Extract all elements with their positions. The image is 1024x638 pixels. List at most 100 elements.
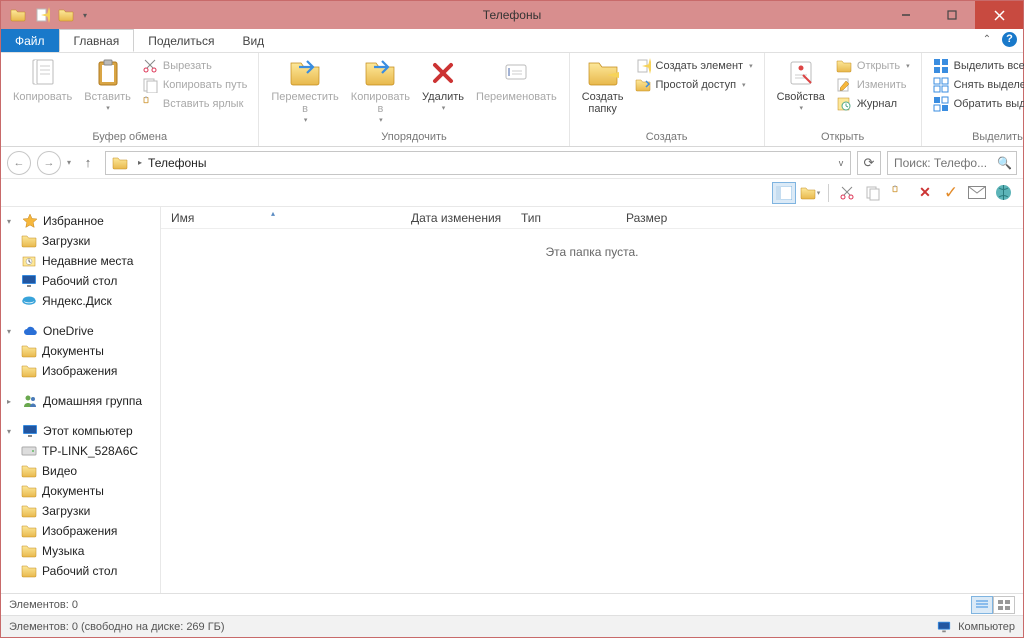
sidebar-item-desktop[interactable]: Рабочий стол bbox=[1, 271, 160, 291]
toolbar-mail-icon[interactable] bbox=[965, 182, 989, 204]
tab-home[interactable]: Главная bbox=[59, 29, 135, 52]
chevron-right-icon[interactable]: ▸ bbox=[7, 397, 17, 406]
sidebar-item-documents[interactable]: Документы bbox=[1, 481, 160, 501]
ribbon-group-clipboard: Копировать Вставить ▾ Вырезать Копироват… bbox=[1, 53, 259, 146]
column-type[interactable]: Тип bbox=[511, 211, 616, 225]
refresh-button[interactable]: ⟳ bbox=[857, 151, 881, 175]
copy-button[interactable]: Копировать bbox=[7, 55, 78, 105]
minimize-button[interactable] bbox=[883, 1, 929, 29]
properties-button[interactable]: Свойства▾ bbox=[771, 55, 831, 117]
sidebar-item-pictures[interactable]: Изображения bbox=[1, 521, 160, 541]
sidebar-item-desktop2[interactable]: Рабочий стол bbox=[1, 561, 160, 581]
breadcrumb-sep-icon[interactable]: ▸ bbox=[134, 158, 146, 167]
folder-icon bbox=[21, 233, 37, 249]
sidebar-onedrive[interactable]: ▾ OneDrive bbox=[1, 321, 160, 341]
search-box[interactable]: 🔍 bbox=[887, 151, 1017, 175]
copy-path-button[interactable]: Копировать путь bbox=[139, 76, 251, 94]
sidebar-item-tplink[interactable]: TP-LINK_528A6C bbox=[1, 441, 160, 461]
computer-icon bbox=[22, 423, 38, 439]
easy-access-button[interactable]: Простой доступ▾ bbox=[632, 76, 756, 94]
computer-icon bbox=[936, 620, 952, 634]
sidebar-homegroup[interactable]: ▸ Домашняя группа bbox=[1, 391, 160, 411]
toolbar-paste-icon[interactable] bbox=[887, 182, 911, 204]
group-label-select: Выделить bbox=[928, 130, 1024, 146]
new-folder-button[interactable]: Создать папку bbox=[576, 55, 630, 117]
folder-icon bbox=[21, 523, 37, 539]
toolbar-cut-icon[interactable] bbox=[835, 182, 859, 204]
search-input[interactable] bbox=[892, 155, 997, 171]
window-title: Телефоны bbox=[483, 8, 541, 22]
column-date[interactable]: Дата изменения bbox=[401, 211, 511, 225]
group-label-organize: Упорядочить bbox=[265, 130, 562, 146]
sidebar-item-od-pictures[interactable]: Изображения bbox=[1, 361, 160, 381]
toolbar-panel-icon[interactable] bbox=[772, 182, 796, 204]
qat-new-icon[interactable] bbox=[31, 4, 53, 26]
sidebar-item-recent[interactable]: Недавние места bbox=[1, 251, 160, 271]
tab-share[interactable]: Поделиться bbox=[134, 29, 228, 52]
sort-ascending-icon: ▴ bbox=[271, 209, 275, 218]
sidebar-item-video[interactable]: Видео bbox=[1, 461, 160, 481]
sidebar-item-downloads2[interactable]: Загрузки bbox=[1, 501, 160, 521]
sidebar-favorites[interactable]: ▾ Избранное bbox=[1, 211, 160, 231]
chevron-down-icon[interactable]: ▾ bbox=[7, 327, 17, 336]
group-label-clipboard: Буфер обмена bbox=[7, 130, 252, 146]
sidebar-this-pc[interactable]: ▾ Этот компьютер bbox=[1, 421, 160, 441]
navigation-sidebar: ▾ Избранное Загрузки Недавние места Рабо… bbox=[1, 207, 161, 593]
folder-icon bbox=[21, 363, 37, 379]
view-icons-button[interactable] bbox=[993, 596, 1015, 614]
group-label-new: Создать bbox=[576, 130, 758, 146]
folder-icon bbox=[21, 343, 37, 359]
qat-dropdown-icon[interactable]: ▾ bbox=[79, 4, 91, 26]
move-to-button[interactable]: Переместить в▾ bbox=[265, 55, 344, 129]
cut-button[interactable]: Вырезать bbox=[139, 57, 251, 75]
sidebar-item-yandex[interactable]: Яндекс.Диск bbox=[1, 291, 160, 311]
folder-icon bbox=[21, 563, 37, 579]
search-icon[interactable]: 🔍 bbox=[997, 156, 1012, 170]
sidebar-item-music[interactable]: Музыка bbox=[1, 541, 160, 561]
tab-view[interactable]: Вид bbox=[228, 29, 278, 52]
history-button[interactable]: Журнал bbox=[833, 95, 913, 113]
tab-file[interactable]: Файл bbox=[1, 29, 59, 52]
rename-button[interactable]: Переименовать bbox=[470, 55, 563, 105]
copy-to-button[interactable]: Копировать в▾ bbox=[345, 55, 416, 129]
help-button[interactable]: ? bbox=[1002, 32, 1017, 47]
sidebar-item-od-documents[interactable]: Документы bbox=[1, 341, 160, 361]
open-button[interactable]: Открыть▾ bbox=[833, 57, 913, 75]
toolbar-copy-icon[interactable] bbox=[861, 182, 885, 204]
delete-button[interactable]: Удалить▾ bbox=[416, 55, 470, 117]
paste-shortcut-button[interactable]: Вставить ярлык bbox=[139, 95, 251, 113]
address-bar[interactable]: ▸ Телефоны v bbox=[105, 151, 851, 175]
history-dropdown[interactable]: ▾ bbox=[67, 158, 71, 167]
close-button[interactable] bbox=[975, 1, 1023, 29]
chevron-down-icon[interactable]: ▾ bbox=[7, 427, 17, 436]
status-items-disk: Элементов: 0 (свободно на диске: 269 ГБ) bbox=[9, 621, 225, 633]
toolbar-folder-icon[interactable]: ▾ bbox=[798, 182, 822, 204]
toolbar-check-icon[interactable]: ✓ bbox=[939, 182, 963, 204]
breadcrumb-current[interactable]: Телефоны bbox=[146, 156, 208, 170]
sidebar-item-downloads[interactable]: Загрузки bbox=[1, 231, 160, 251]
collapse-ribbon-button[interactable]: ⌃ bbox=[980, 34, 994, 45]
column-size[interactable]: Размер bbox=[616, 211, 686, 225]
select-none-button[interactable]: Снять выделение bbox=[930, 76, 1024, 94]
back-button[interactable]: ← bbox=[7, 151, 31, 175]
paste-button[interactable]: Вставить ▾ bbox=[78, 55, 137, 117]
maximize-button[interactable] bbox=[929, 1, 975, 29]
qat-folder-icon[interactable] bbox=[7, 4, 29, 26]
invert-selection-button[interactable]: Обратить выделение bbox=[930, 95, 1024, 113]
ribbon-group-open: Свойства▾ Открыть▾ Изменить Журнал Откры… bbox=[765, 53, 922, 146]
view-details-button[interactable] bbox=[971, 596, 993, 614]
select-all-button[interactable]: Выделить все bbox=[930, 57, 1024, 75]
new-item-button[interactable]: Создать элемент▾ bbox=[632, 57, 756, 75]
folder-icon bbox=[21, 483, 37, 499]
ribbon-group-new: Создать папку Создать элемент▾ Простой д… bbox=[570, 53, 765, 146]
toolbar-globe-icon[interactable] bbox=[991, 182, 1015, 204]
address-dropdown-icon[interactable]: v bbox=[832, 158, 850, 168]
ribbon-group-select: Выделить все Снять выделение Обратить вы… bbox=[922, 53, 1024, 146]
chevron-down-icon[interactable]: ▾ bbox=[7, 217, 17, 226]
edit-button[interactable]: Изменить bbox=[833, 76, 913, 94]
qat-folder2-icon[interactable] bbox=[55, 4, 77, 26]
toolbar-delete-icon[interactable]: ✕ bbox=[913, 182, 937, 204]
up-button[interactable]: ↑ bbox=[77, 152, 99, 174]
column-name[interactable]: ▴Имя bbox=[161, 211, 401, 225]
forward-button[interactable]: → bbox=[37, 151, 61, 175]
